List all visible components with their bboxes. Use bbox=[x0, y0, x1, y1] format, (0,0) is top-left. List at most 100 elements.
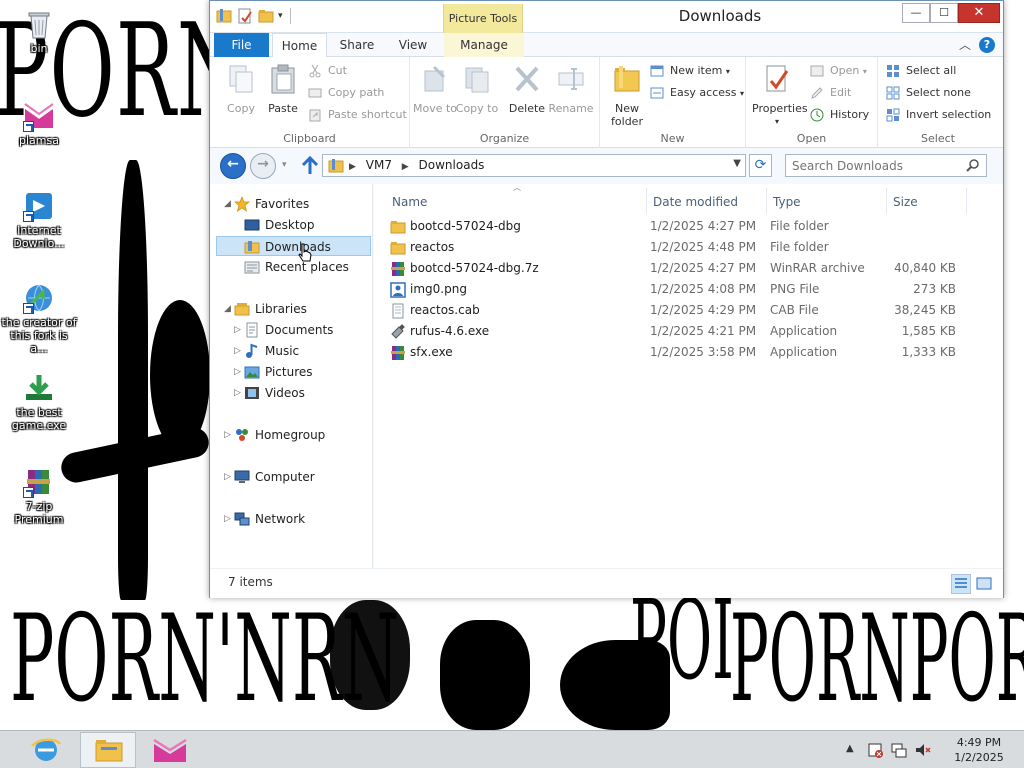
collapse-ribbon-icon[interactable]: ︿ bbox=[959, 36, 971, 53]
taskbar-file-explorer[interactable] bbox=[80, 732, 136, 768]
select-none-button[interactable]: Select none bbox=[886, 83, 971, 103]
breadcrumb-chevron-icon[interactable]: ▶ bbox=[349, 162, 356, 172]
edit-button[interactable]: Edit bbox=[810, 83, 851, 103]
column-divider[interactable] bbox=[766, 188, 767, 214]
file-row[interactable]: bootcd-57024-dbg 1/2/2025 4:27 PM File f… bbox=[386, 216, 986, 237]
maximize-button[interactable]: ☐ bbox=[930, 3, 958, 23]
recent-locations-chevron-icon[interactable]: ▾ bbox=[282, 160, 287, 170]
search-input[interactable] bbox=[792, 157, 962, 174]
copy-to-button[interactable]: Copy to bbox=[452, 63, 502, 115]
refresh-button[interactable]: ⟳ bbox=[749, 154, 772, 177]
taskbar-internet-explorer[interactable] bbox=[18, 732, 74, 768]
nav-item-computer[interactable]: ▷ Computer bbox=[210, 467, 373, 487]
invert-selection-button[interactable]: Invert selection bbox=[886, 105, 991, 125]
desktop-icon-label: Internet Downlo... bbox=[13, 224, 65, 250]
details-view-button[interactable] bbox=[951, 574, 971, 594]
file-row[interactable]: sfx.exe 1/2/2025 3:58 PM Application 1,3… bbox=[386, 342, 986, 363]
close-button[interactable]: ✕ bbox=[958, 3, 1000, 23]
open-button[interactable]: Open ▾ bbox=[810, 61, 867, 81]
properties-button[interactable]: Properties ▾ bbox=[752, 63, 808, 128]
new-folder-icon[interactable] bbox=[257, 7, 275, 25]
tab-share[interactable]: Share bbox=[332, 33, 382, 57]
help-icon[interactable]: ? bbox=[979, 37, 995, 53]
history-button[interactable]: History bbox=[810, 105, 869, 125]
up-arrow-icon[interactable] bbox=[300, 155, 320, 177]
file-row[interactable]: reactos 1/2/2025 4:48 PM File folder bbox=[386, 237, 986, 258]
expand-chevron-icon[interactable]: ▷ bbox=[234, 383, 241, 403]
nav-item-network[interactable]: ▷ Network bbox=[210, 509, 373, 529]
column-divider[interactable] bbox=[646, 188, 647, 214]
file-row[interactable]: reactos.cab 1/2/2025 4:29 PM CAB File 38… bbox=[386, 300, 986, 321]
tab-home[interactable]: Home bbox=[272, 33, 327, 58]
breadcrumb-chevron-icon[interactable]: ▶ bbox=[402, 162, 409, 172]
customize-toolbar-chevron-icon[interactable]: ▾ bbox=[278, 11, 283, 21]
delete-button[interactable]: Delete bbox=[502, 63, 552, 115]
file-row[interactable]: img0.png 1/2/2025 4:08 PM PNG File 273 K… bbox=[386, 279, 986, 300]
file-row[interactable]: rufus-4.6.exe 1/2/2025 4:21 PM Applicati… bbox=[386, 321, 986, 342]
nav-item-videos[interactable]: ▷ Videos bbox=[210, 383, 373, 403]
address-box[interactable]: ▶ VM7 ▶ Downloads ▼ bbox=[322, 154, 746, 177]
column-header-name[interactable]: Name bbox=[392, 190, 427, 214]
desktop-icon-plamsa[interactable]: plamsa bbox=[0, 100, 78, 147]
tab-view[interactable]: View bbox=[388, 33, 438, 57]
expand-chevron-icon[interactable]: ▷ bbox=[224, 509, 231, 529]
column-header-size[interactable]: Size bbox=[893, 190, 918, 214]
nav-item-libraries[interactable]: ◢ Libraries bbox=[210, 299, 373, 319]
back-button[interactable]: ← bbox=[220, 153, 246, 179]
clock-date: 1/2/2025 bbox=[954, 751, 1004, 764]
cut-button[interactable]: Cut bbox=[308, 61, 347, 81]
desktop-icon-7zip-premium[interactable]: 7-zip Premium bbox=[0, 466, 78, 526]
volume-muted-icon[interactable] bbox=[914, 741, 932, 759]
network-status-icon[interactable] bbox=[890, 741, 908, 759]
desktop-icon-recycle-bin[interactable]: bin bbox=[0, 8, 78, 55]
expand-chevron-icon[interactable]: ▷ bbox=[234, 341, 241, 361]
collapse-chevron-icon[interactable]: ◢ bbox=[224, 299, 231, 319]
column-header-type[interactable]: Type bbox=[773, 190, 801, 214]
desktop-icon-creator-fork[interactable]: the creator of this fork is a... bbox=[0, 282, 78, 355]
select-all-button[interactable]: Select all bbox=[886, 61, 956, 81]
large-icons-view-button[interactable] bbox=[974, 574, 994, 594]
desktop-icon-the-best-game[interactable]: the best game.exe bbox=[0, 372, 78, 432]
desktop-icon-internet-download-manager[interactable]: Internet Downlo... bbox=[0, 190, 78, 250]
tab-file[interactable]: File bbox=[214, 33, 269, 57]
easy-access-button[interactable]: Easy access ▾ bbox=[650, 83, 744, 103]
expand-chevron-icon[interactable]: ▷ bbox=[234, 362, 241, 382]
paste-button[interactable]: Paste bbox=[258, 63, 308, 115]
nav-item-homegroup[interactable]: ▷ Homegroup bbox=[210, 425, 373, 445]
collapse-chevron-icon[interactable]: ◢ bbox=[224, 194, 231, 214]
expand-chevron-icon[interactable]: ▷ bbox=[234, 320, 241, 340]
paste-shortcut-button[interactable]: Paste shortcut bbox=[308, 105, 407, 125]
minimize-button[interactable]: — bbox=[902, 3, 930, 23]
forward-button[interactable]: → bbox=[250, 153, 276, 179]
expand-chevron-icon[interactable]: ▷ bbox=[224, 425, 231, 445]
action-center-icon[interactable] bbox=[866, 741, 884, 759]
nav-item-desktop[interactable]: Desktop bbox=[210, 215, 373, 235]
column-header-date[interactable]: Date modified bbox=[653, 190, 738, 214]
nav-item-favorites[interactable]: ◢ Favorites bbox=[210, 194, 373, 214]
show-hidden-icons-chevron-icon[interactable]: ▲ bbox=[846, 743, 854, 754]
ribbon-group-label: New bbox=[660, 132, 685, 145]
new-folder-button[interactable]: New folder bbox=[602, 63, 652, 128]
column-divider[interactable] bbox=[966, 188, 967, 214]
search-icon[interactable] bbox=[966, 158, 980, 172]
nav-item-documents[interactable]: ▷ Documents bbox=[210, 320, 373, 340]
tab-manage[interactable]: Manage bbox=[444, 33, 524, 57]
properties-icon[interactable] bbox=[236, 7, 254, 25]
nav-item-downloads[interactable]: Downloads bbox=[216, 236, 371, 256]
taskbar-plasma[interactable] bbox=[142, 732, 198, 768]
clock[interactable]: 4:49 PM 1/2/2025 bbox=[944, 735, 1014, 765]
breadcrumb-item-vm7[interactable]: VM7 bbox=[366, 158, 392, 172]
breadcrumb-item-downloads[interactable]: Downloads bbox=[419, 158, 485, 172]
nav-item-recent-places[interactable]: Recent places bbox=[210, 257, 373, 277]
nav-item-pictures[interactable]: ▷ Pictures bbox=[210, 362, 373, 382]
nav-item-music[interactable]: ▷ Music bbox=[210, 341, 373, 361]
address-history-chevron-icon[interactable]: ▼ bbox=[733, 158, 741, 169]
rename-button[interactable]: Rename bbox=[546, 63, 596, 115]
nav-label: Homegroup bbox=[255, 428, 326, 442]
expand-chevron-icon[interactable]: ▷ bbox=[224, 467, 231, 487]
copy-path-button[interactable]: Copy path bbox=[308, 83, 384, 103]
column-divider[interactable] bbox=[886, 188, 887, 214]
new-item-button[interactable]: New item ▾ bbox=[650, 61, 730, 81]
file-row[interactable]: bootcd-57024-dbg.7z 1/2/2025 4:27 PM Win… bbox=[386, 258, 986, 279]
title-bar[interactable]: ▾ Picture Tools Downloads — ☐ ✕ bbox=[210, 1, 1003, 33]
